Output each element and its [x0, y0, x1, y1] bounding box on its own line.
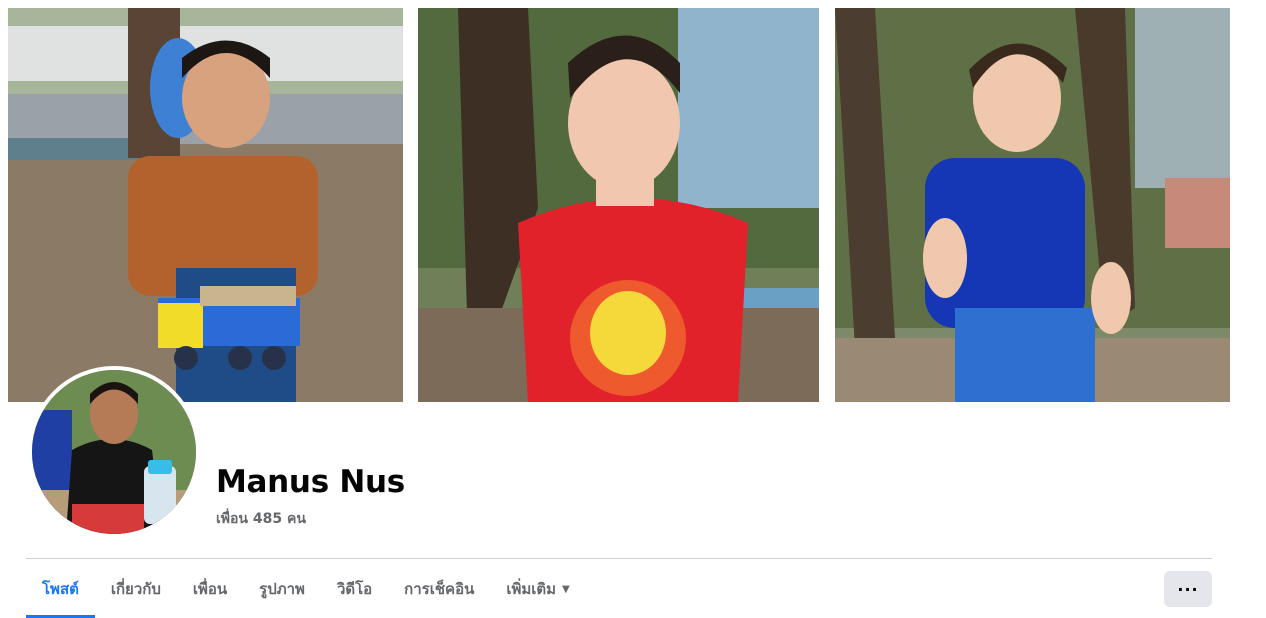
tab-label: โพสต์ — [42, 580, 79, 598]
tab-videos[interactable]: วิดีโอ — [321, 560, 388, 618]
tab-label: เกี่ยวกับ — [110, 580, 161, 598]
tab-photos[interactable]: รูปภาพ — [243, 560, 321, 618]
cover-photo-toddler-blue-shirt[interactable] — [835, 8, 1230, 402]
cover-photo-boy-red-shirt[interactable] — [418, 8, 819, 402]
tab-label: วิดีโอ — [336, 580, 373, 598]
more-options-button[interactable]: ··· — [1164, 571, 1212, 607]
profile-tabs: โพสต์ เกี่ยวกับ เพื่อน รูปภาพ วิดีโอ การ… — [26, 560, 586, 618]
caret-down-icon: ▼ — [562, 583, 570, 595]
tab-label: เพิ่มเติม — [506, 580, 557, 598]
friends-count[interactable]: เพื่อน 485 คน — [216, 508, 306, 530]
cover-photo[interactable] — [8, 8, 1230, 402]
tab-label: เพื่อน — [192, 580, 228, 598]
tab-more[interactable]: เพิ่มเติม ▼ — [490, 560, 585, 618]
tab-label: การเช็คอิน — [404, 580, 475, 598]
tab-checkins[interactable]: การเช็คอิน — [388, 560, 490, 618]
divider — [26, 558, 1212, 559]
tab-posts[interactable]: โพสต์ — [26, 560, 95, 618]
profile-name: Manus Nus — [216, 464, 405, 500]
cover-photo-boy-plaid-shirt[interactable] — [8, 8, 403, 402]
profile-picture[interactable] — [28, 366, 200, 538]
avatar[interactable] — [32, 370, 196, 534]
tab-about[interactable]: เกี่ยวกับ — [95, 560, 177, 618]
tab-friends[interactable]: เพื่อน — [177, 560, 243, 618]
tab-label: รูปภาพ — [259, 580, 305, 598]
